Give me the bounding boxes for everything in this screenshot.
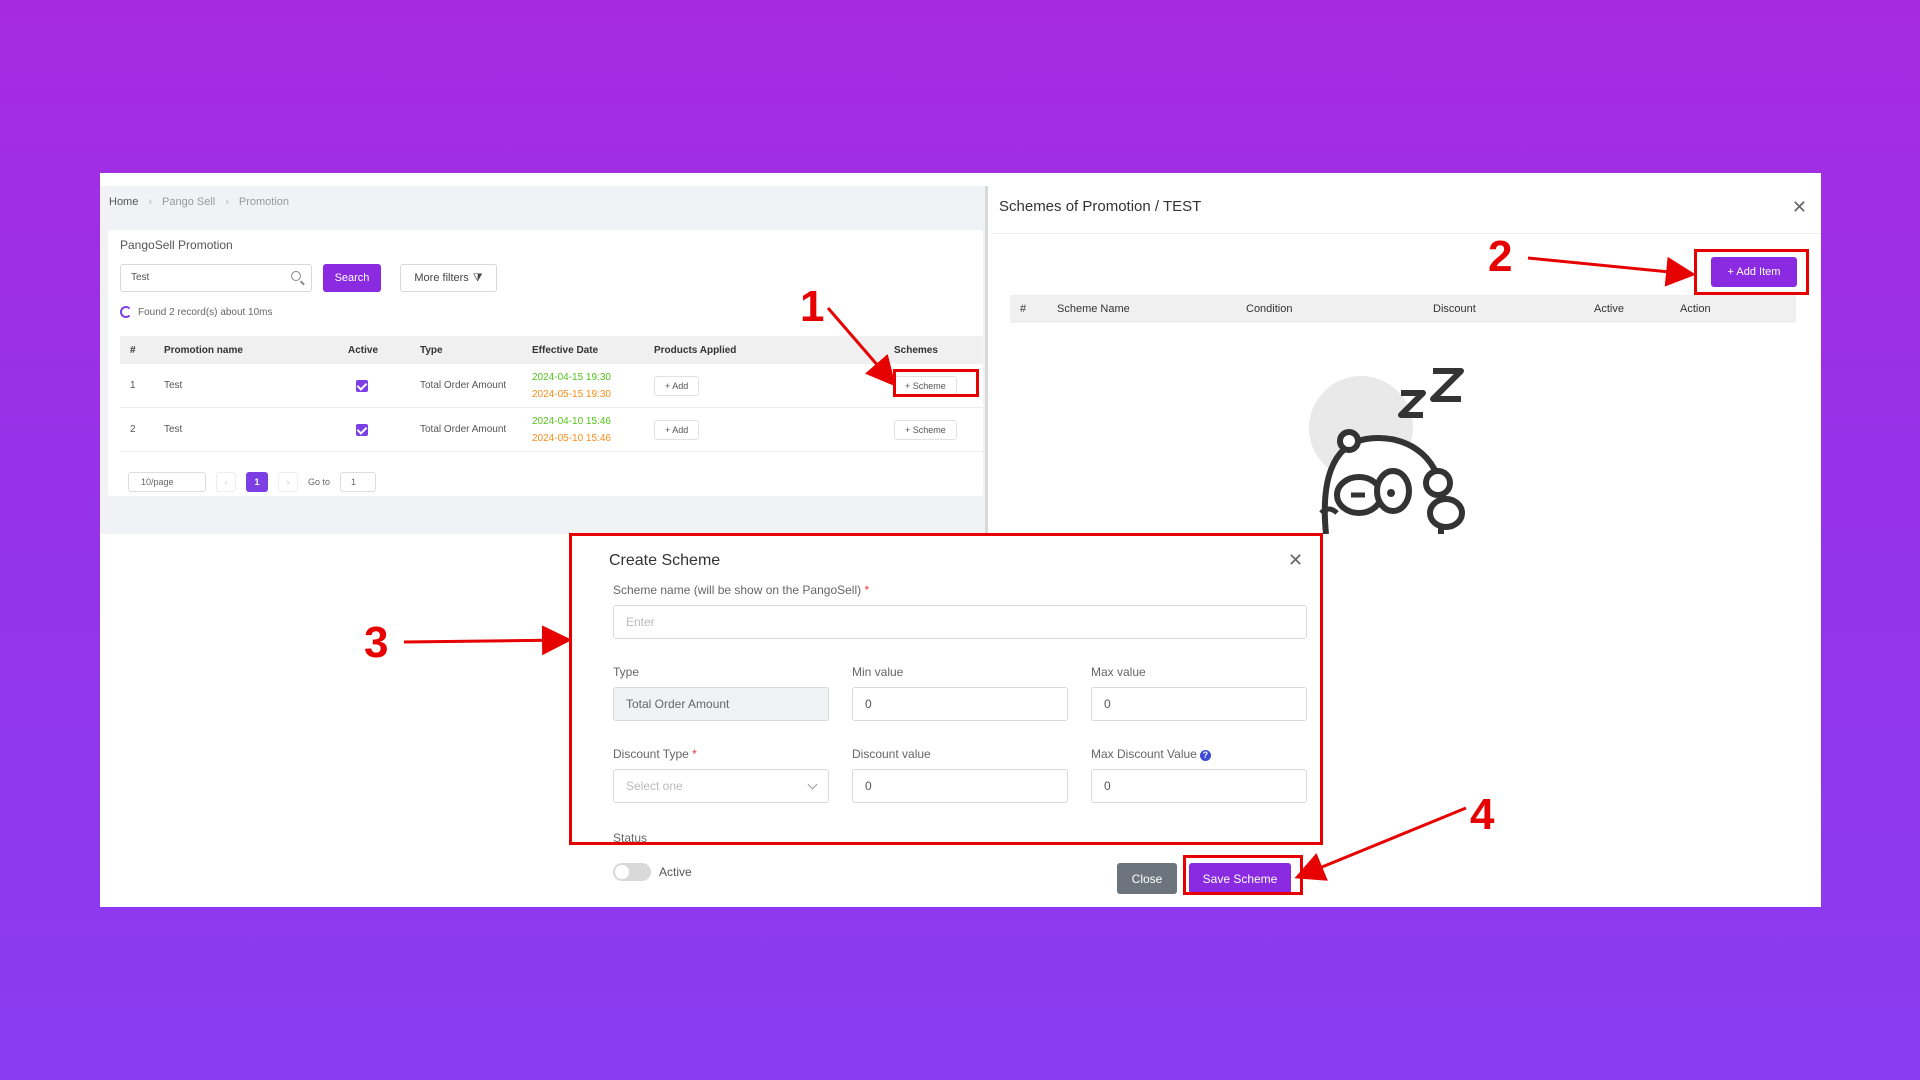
callout-4: 4 xyxy=(1470,790,1495,839)
date-start: 2024-04-15 19:30 xyxy=(532,371,611,383)
page-title: PangoSell Promotion xyxy=(120,238,233,252)
screenshot-panel: Home › Pango Sell › Promotion PangoSell … xyxy=(100,173,1821,907)
check-icon xyxy=(356,423,368,436)
effective-date: 2024-04-10 15:46 2024-05-10 15:46 xyxy=(532,408,611,451)
refresh-icon[interactable] xyxy=(120,306,132,318)
column-header: Schemes xyxy=(894,344,938,356)
promotion-name: Test xyxy=(164,380,183,391)
highlight-box-3 xyxy=(569,533,1323,845)
search-icon xyxy=(291,271,301,281)
column-header: Products Applied xyxy=(654,344,737,356)
promotion-type: Total Order Amount xyxy=(420,424,507,435)
add-product-button[interactable]: + Add xyxy=(654,375,700,396)
column-header: Promotion name xyxy=(164,344,243,356)
promotion-table: # Promotion name Active Type Effective D… xyxy=(120,336,983,452)
callout-2: 2 xyxy=(1488,232,1513,281)
table-row: 1 Test Total Order Amount 2024-04-15 19:… xyxy=(120,364,983,408)
divider xyxy=(991,233,1821,234)
next-page-icon[interactable]: › xyxy=(278,472,298,492)
add-product-cell: + Add xyxy=(654,364,700,407)
row-number: 2 xyxy=(130,424,136,435)
row-number: 1 xyxy=(130,380,136,391)
page-size-select[interactable]: 10/page xyxy=(128,472,206,492)
breadcrumb-separator: › xyxy=(148,196,153,208)
column-header: Effective Date xyxy=(532,344,599,356)
search-button[interactable]: Search xyxy=(323,264,381,292)
date-start: 2024-04-10 15:46 xyxy=(532,415,611,427)
close-button[interactable]: Close xyxy=(1117,863,1177,894)
check-icon xyxy=(356,379,368,392)
column-header: Active xyxy=(1594,303,1624,315)
close-icon[interactable]: ✕ xyxy=(1792,197,1807,218)
more-filters-label: More filters xyxy=(414,272,469,284)
column-header: Scheme Name xyxy=(1057,303,1130,315)
column-header: Discount xyxy=(1433,303,1476,315)
empty-state-illustration xyxy=(1309,368,1465,534)
active-toggle-label: Active xyxy=(659,865,692,879)
search-input-value: Test xyxy=(131,272,150,283)
highlight-box-2 xyxy=(1694,249,1809,295)
breadcrumb-home[interactable]: Home xyxy=(109,196,138,208)
promotion-card: PangoSell Promotion Test Search More fil… xyxy=(108,230,983,496)
highlight-box-4 xyxy=(1183,855,1303,895)
search-input[interactable]: Test xyxy=(120,264,312,292)
active-checkbox[interactable] xyxy=(348,408,368,451)
promotion-name: Test xyxy=(164,424,183,435)
add-scheme-button[interactable]: + Scheme xyxy=(894,419,957,440)
callout-1: 1 xyxy=(800,282,825,331)
promotion-type: Total Order Amount xyxy=(420,380,507,391)
filter-icon: ⧩ xyxy=(472,271,483,284)
breadcrumb-promotion: Promotion xyxy=(238,196,290,208)
pagination: 10/page ‹ 1 › Go to 1 xyxy=(128,472,377,492)
column-header: # xyxy=(130,344,136,356)
breadcrumb: Home › Pango Sell › Promotion xyxy=(109,196,289,208)
table-header: # Promotion name Active Type Effective D… xyxy=(120,336,983,364)
column-header: Condition xyxy=(1246,303,1293,315)
active-toggle[interactable] xyxy=(613,863,651,881)
schemes-drawer: Schemes of Promotion / TEST ✕ + Add Item… xyxy=(991,173,1821,534)
goto-label: Go to xyxy=(308,477,331,487)
found-text: Found 2 record(s) about 10ms xyxy=(138,306,273,318)
add-product-button[interactable]: + Add xyxy=(654,419,700,440)
column-header: # xyxy=(1020,303,1027,315)
results-summary: Found 2 record(s) about 10ms xyxy=(120,306,273,318)
scheme-cell: + Scheme xyxy=(894,408,957,451)
more-filters-button[interactable]: More filters ⧩ xyxy=(400,264,497,292)
breadcrumb-separator: › xyxy=(225,196,229,208)
goto-input[interactable]: 1 xyxy=(340,472,377,492)
prev-page-icon[interactable]: ‹ xyxy=(216,472,236,492)
date-end: 2024-05-10 15:46 xyxy=(532,432,611,444)
active-checkbox[interactable] xyxy=(348,364,368,407)
highlight-box-1 xyxy=(893,369,979,397)
column-header: Type xyxy=(420,344,443,356)
promotion-list-page: Home › Pango Sell › Promotion PangoSell … xyxy=(100,186,988,534)
drawer-title: Schemes of Promotion / TEST xyxy=(999,198,1202,215)
effective-date: 2024-04-15 19:30 2024-05-15 19:30 xyxy=(532,364,611,407)
add-product-cell: + Add xyxy=(654,408,700,451)
schemes-table-header: # Scheme Name Condition Discount Active … xyxy=(1010,295,1796,323)
date-end: 2024-05-15 19:30 xyxy=(532,388,611,400)
current-page[interactable]: 1 xyxy=(246,472,268,492)
column-header: Active xyxy=(348,344,379,356)
column-header: Action xyxy=(1680,303,1711,315)
table-row: 2 Test Total Order Amount 2024-04-10 15:… xyxy=(120,408,983,452)
callout-3: 3 xyxy=(364,618,389,667)
breadcrumb-pango-sell[interactable]: Pango Sell xyxy=(162,196,215,208)
